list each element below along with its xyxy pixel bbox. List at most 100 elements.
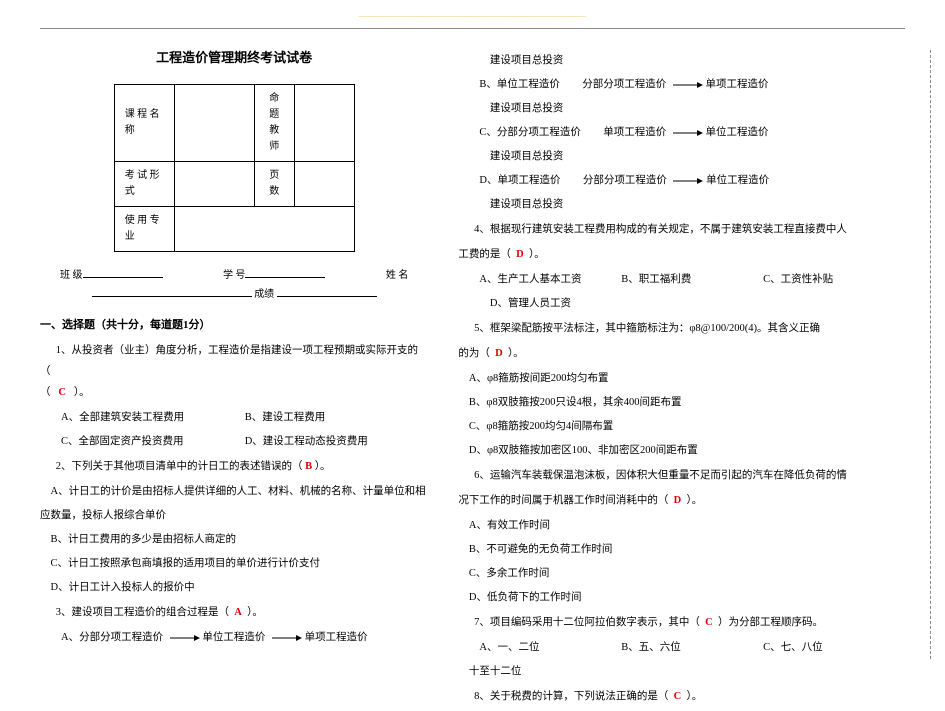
right-column: 建设项目总投资 B、单位工程造价 分部分项工程造价 单项工程造价 建设项目总投资… <box>458 47 905 711</box>
arrow-icon <box>272 634 302 642</box>
info-table: 课 程 名称 命题 教师 考 试 形式 页 数 使 用 专业 <box>114 84 355 252</box>
q4-options: A、生产工人基本工资 B、职工福利费 C、工资性补贴 <box>458 269 905 290</box>
doc-title: 工程造价管理期终考试试卷 <box>40 47 428 66</box>
q7-opt-b: B、五、六位 <box>621 637 763 658</box>
class-label: 班 级 <box>60 270 83 281</box>
meta-row: 班 级 学 号 姓 名 <box>60 266 408 281</box>
right-margin-dashed <box>930 50 931 659</box>
q3-text: 3、建设项目工程造价的组合过程是（ A ）。 <box>40 602 428 623</box>
q6-opt-c: C、多余工作时间 <box>469 563 905 584</box>
q3-opt-b: B、单位工程造价 分部分项工程造价 单项工程造价 <box>479 74 905 95</box>
class-line <box>83 266 163 278</box>
q5-stem: 5、框架梁配筋按平法标注，其中箍筋标注为：φ8@100/200(4)。其含义正确 <box>474 323 820 334</box>
q3-stem: 3、建设项目工程造价的组合过程是（ <box>56 607 229 618</box>
q3-opt-a: A、分部分项工程造价 单位工程造价 单项工程造价 <box>61 627 428 648</box>
q2-text: 2、下列关于其他项目清单中的计日工的表述错误的（ B ）。 <box>40 456 428 477</box>
q5-opt-b: B、φ8双肢箍按200只设4根，其余400间距布置 <box>469 392 905 413</box>
q1-close: ）。 <box>74 387 90 398</box>
q2-close: ）。 <box>315 461 331 472</box>
q7-blank: C <box>705 617 713 628</box>
name-line <box>92 285 252 297</box>
q2-opt-a: A、计日工的计价是由招标人提供详细的人工、材料、机械的名称、计量单位和相 <box>51 481 429 502</box>
cell-course-value <box>174 85 254 162</box>
q2-blank: B <box>305 461 312 472</box>
q4-blank: D <box>516 249 524 260</box>
q1-opt-a: A、全部建筑安装工程费用 <box>61 407 245 428</box>
q6-opt-d: D、低负荷下的工作时间 <box>469 587 905 608</box>
q1-opt-b: B、建设工程费用 <box>245 407 429 428</box>
q3-opt-b-end: 建设项目总投资 <box>490 98 905 119</box>
score-row: 成绩 <box>40 285 428 300</box>
q5-opt-c: C、φ8箍筋按200均匀4间隔布置 <box>469 416 905 437</box>
q4-opt-a: A、生产工人基本工资 <box>479 269 621 290</box>
cell-major-value <box>174 207 354 252</box>
q4-opt-d: D、管理人员工资 <box>469 293 905 314</box>
cell-teacher-value <box>294 85 354 162</box>
q7-options: A、一、二位 B、五、六位 C、七、八位 <box>458 637 905 658</box>
q1-options-row1: A、全部建筑安装工程费用 B、建设工程费用 <box>40 407 428 428</box>
q5-text2: 的为（ D ）。 <box>458 343 905 364</box>
q7-opt-c: C、七、八位 <box>763 637 905 658</box>
q1-opt-d: D、建设工程动态投资费用 <box>245 431 429 452</box>
cell-form-value <box>174 162 254 207</box>
cell-teacher-label: 命题 教师 <box>254 85 294 162</box>
number-label: 学 号 <box>223 270 246 281</box>
q5-blank: D <box>495 348 503 359</box>
name-label: 姓 名 <box>386 270 409 281</box>
q2-opt-b: B、计日工费用的多少是由招标人商定的 <box>51 529 429 550</box>
q6-text: 6、运输汽车装载保温泡沫板，因体积大但重量不足而引起的汽车在降低负荷的情 <box>458 465 905 486</box>
watermark-text: ―――――――――――――――――――――――― <box>359 11 587 21</box>
q3-close: ）。 <box>247 607 263 618</box>
q4-opt-b: B、职工福利费 <box>621 269 763 290</box>
score-label: 成绩 <box>254 289 274 300</box>
q6-opt-b: B、不可避免的无负荷工作时间 <box>469 539 905 560</box>
q7-opt-d: 十至十二位 <box>469 661 905 682</box>
q4-text: 4、根据现行建筑安装工程费用构成的有关规定，不属于建筑安装工程直接费中人 <box>458 219 905 240</box>
q5-opt-a: A、φ8箍筋按间距200均匀布置 <box>469 368 905 389</box>
q2-opt-a-cont: 应数量，投标人报综合单价 <box>40 505 428 526</box>
q4-stem: 4、根据现行建筑安装工程费用构成的有关规定，不属于建筑安装工程直接费中人 <box>474 224 847 235</box>
q6-text2: 况下工作的时间属于机器工作时间消耗中的（ D ）。 <box>458 490 905 511</box>
q2-opt-c: C、计日工按照承包商填报的适用项目的单价进行计价支付 <box>51 553 429 574</box>
q3-opt-c: C、分部分项工程造价 单项工程造价 单位工程造价 <box>479 122 905 143</box>
q7-text: 7、项目编码采用十二位阿拉伯数字表示，其中（ C ）为分部工程顺序码。 <box>458 612 905 633</box>
q1-blank: C <box>58 387 66 398</box>
cell-pages-label: 页 数 <box>254 162 294 207</box>
top-divider <box>40 28 905 29</box>
q6-opt-a: A、有效工作时间 <box>469 515 905 536</box>
q1-stem: 1、从投资者（业主）角度分析，工程造价是指建设一项工程预期或实际开支的（ <box>40 345 418 377</box>
q7-stem: 7、项目编码采用十二位阿拉伯数字表示，其中（ <box>474 617 700 628</box>
q3-opt-a-end: 建设项目总投资 <box>490 50 905 71</box>
q4-text2: 工费的是（ D ）。 <box>458 244 905 265</box>
q8-stem: 8、关于税费的计算，下列说法正确的是（ <box>474 691 668 702</box>
cell-course-label: 课 程 名称 <box>114 85 174 162</box>
q2-stem: 2、下列关于其他项目清单中的计日工的表述错误的（ <box>56 461 303 472</box>
q7-opt-a: A、一、二位 <box>479 637 621 658</box>
number-line <box>245 266 325 278</box>
q3-opt-d-end: 建设项目总投资 <box>490 194 905 215</box>
left-column: 工程造价管理期终考试试卷 课 程 名称 命题 教师 考 试 形式 页 数 使 用… <box>40 47 428 711</box>
section-1-heading: 一、选择题（共十分，每道题1分） <box>40 316 428 332</box>
arrow-icon <box>673 177 703 185</box>
q4-opt-c: C、工资性补贴 <box>763 269 905 290</box>
q5-text: 5、框架梁配筋按平法标注，其中箍筋标注为：φ8@100/200(4)。其含义正确 <box>458 318 905 339</box>
q3-blank: A <box>234 607 242 618</box>
q1-options-row2: C、全部固定资产投资费用 D、建设工程动态投资费用 <box>40 431 428 452</box>
arrow-icon <box>673 81 703 89</box>
q6-blank: D <box>674 495 682 506</box>
cell-pages-value <box>294 162 354 207</box>
q8-blank: C <box>674 691 682 702</box>
cell-form-label: 考 试 形式 <box>114 162 174 207</box>
q1-text: 1、从投资者（业主）角度分析，工程造价是指建设一项工程预期或实际开支的（ （ C… <box>40 340 428 403</box>
q3-opt-c-end: 建设项目总投资 <box>490 146 905 167</box>
q8-text: 8、关于税费的计算，下列说法正确的是（ C ）。 <box>458 686 905 707</box>
score-line <box>277 285 377 297</box>
q2-opt-d: D、计日工计入投标人的报价中 <box>51 577 429 598</box>
q5-opt-d: D、φ8双肢箍按加密区100、非加密区200间距布置 <box>469 440 905 461</box>
q6-stem: 6、运输汽车装载保温泡沫板，因体积大但重量不足而引起的汽车在降低负荷的情 <box>474 470 847 481</box>
arrow-icon <box>673 129 703 137</box>
q3-opt-d: D、单项工程造价 分部分项工程造价 单位工程造价 <box>479 170 905 191</box>
q1-opt-c: C、全部固定资产投资费用 <box>61 431 245 452</box>
arrow-icon <box>170 634 200 642</box>
cell-major-label: 使 用 专业 <box>114 207 174 252</box>
